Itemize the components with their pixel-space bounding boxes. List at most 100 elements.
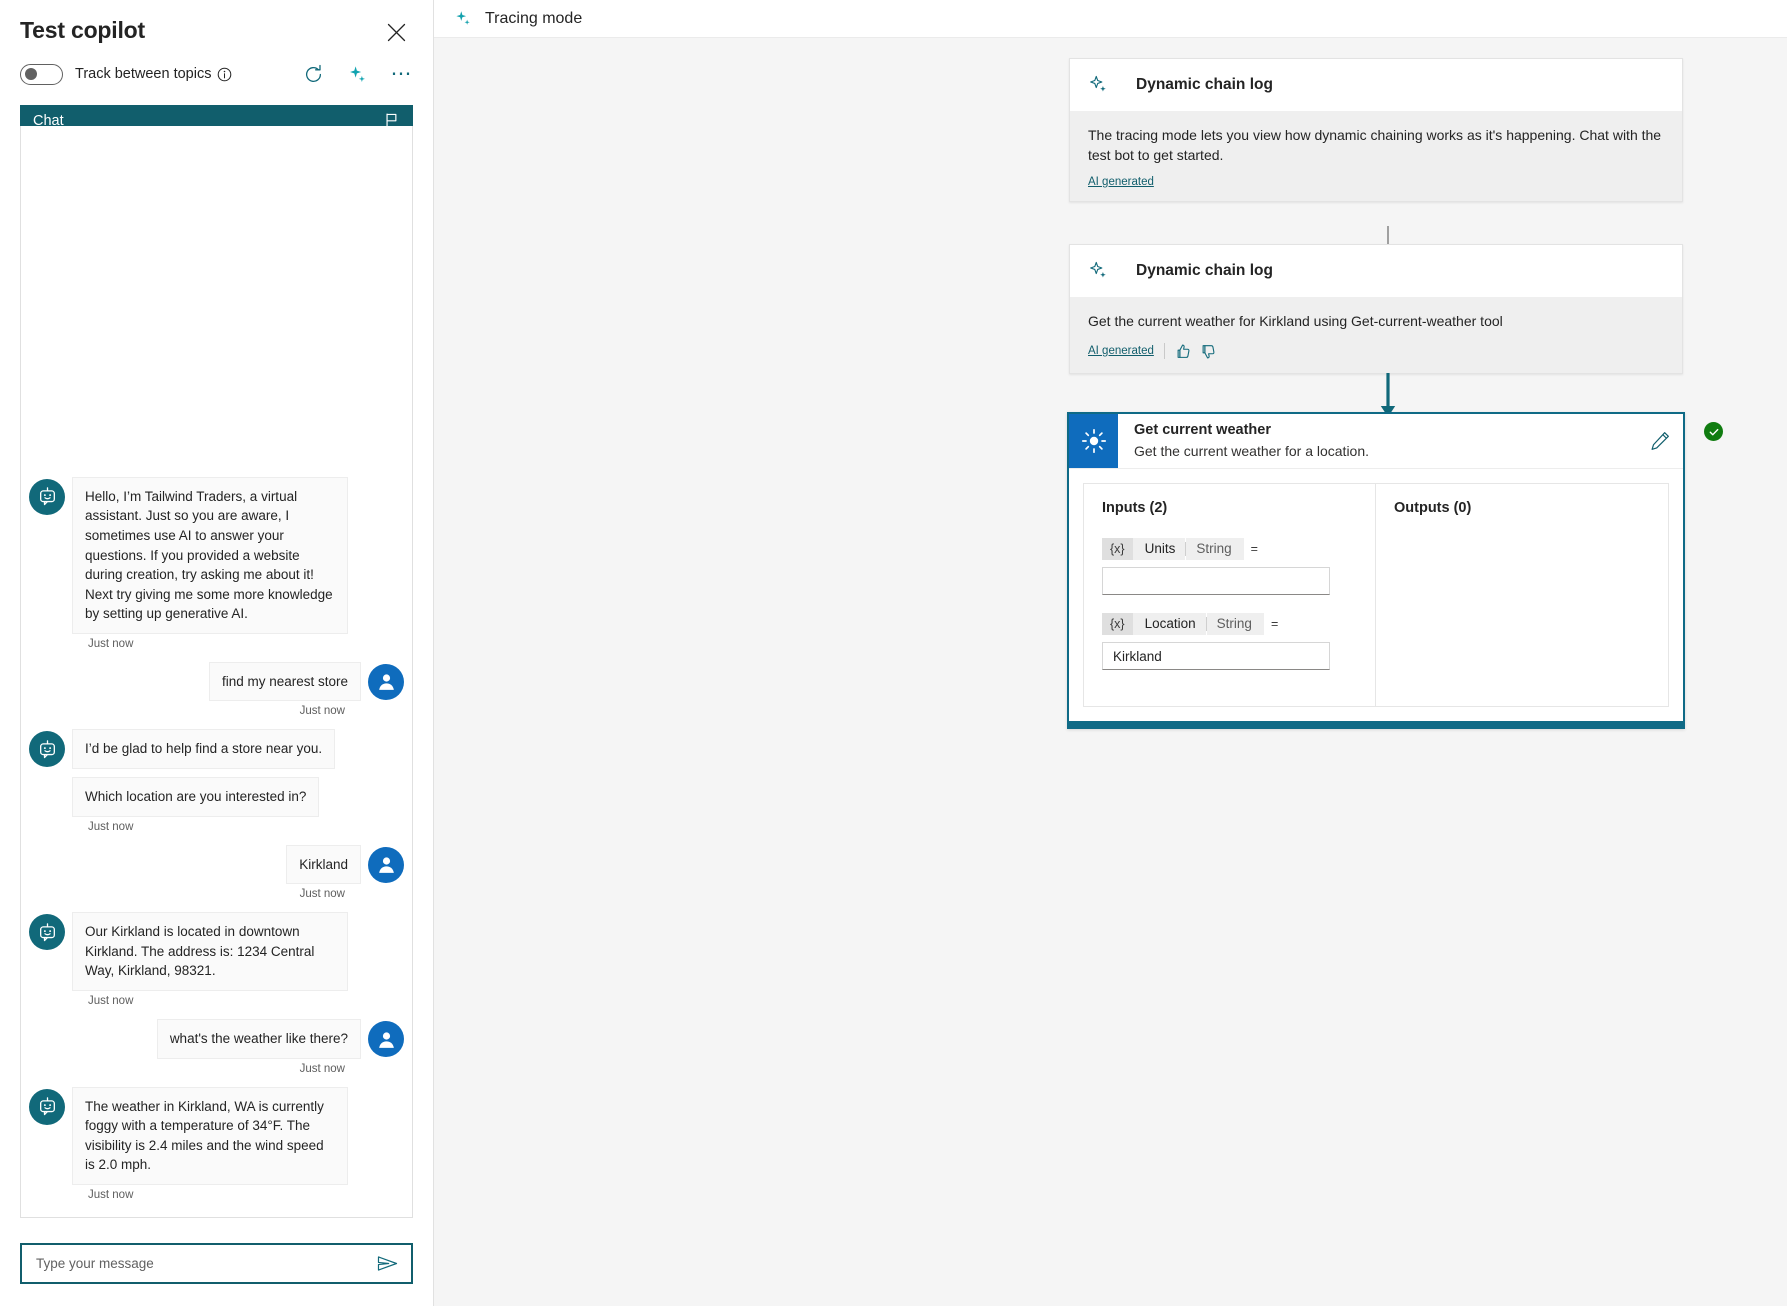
inputs-outputs-box: Inputs (2) {x} Units String = {x} Locati… xyxy=(1083,483,1669,707)
param-type: String xyxy=(1186,538,1244,560)
card-header: Dynamic chain log xyxy=(1070,59,1682,111)
card-footer: AI generated xyxy=(1088,176,1664,188)
sparkle-icon xyxy=(1088,260,1110,282)
user-avatar xyxy=(368,1021,404,1058)
bubble-group: I’d be glad to help find a store near yo… xyxy=(72,729,336,817)
message-timestamp: Just now xyxy=(299,1062,345,1075)
copilot-toolbar: Track between topics ⋯ xyxy=(0,57,433,91)
bubble-group: The weather in Kirkland, WA is currently… xyxy=(72,1086,348,1185)
dynamic-chain-log-card-2[interactable]: Dynamic chain log Get the current weathe… xyxy=(1069,244,1683,374)
message-row-user: find my nearest store xyxy=(21,661,412,702)
sparkle-icon[interactable] xyxy=(347,63,369,85)
ai-generated-link[interactable]: AI generated xyxy=(1088,345,1154,357)
input-param-units: {x} Units String = xyxy=(1102,538,1357,595)
close-icon[interactable] xyxy=(381,17,411,47)
chat-message: Hello, I’m Tailwind Traders, a virtual a… xyxy=(21,476,412,650)
footer-divider xyxy=(1163,343,1165,359)
trace-canvas[interactable]: Dynamic chain log The tracing mode lets … xyxy=(434,38,1787,1306)
param-type: String xyxy=(1206,613,1264,635)
message-input[interactable] xyxy=(34,1255,375,1272)
bot-avatar xyxy=(29,731,65,768)
units-input[interactable] xyxy=(1102,567,1330,595)
copilot-toolbar-actions: ⋯ xyxy=(303,63,414,85)
message-row-user: Kirkland xyxy=(21,844,412,885)
equals-sign: = xyxy=(1270,617,1279,631)
bubble-group: Hello, I’m Tailwind Traders, a virtual a… xyxy=(72,476,348,634)
input-param-location: {x} Location String = xyxy=(1102,613,1357,670)
variable-icon: {x} xyxy=(1102,538,1133,560)
inputs-heading: Inputs (2) xyxy=(1102,500,1168,516)
message-row-bot: The weather in Kirkland, WA is currently… xyxy=(21,1086,412,1185)
more-options-icon[interactable]: ⋯ xyxy=(391,63,414,85)
chat-message: Kirkland Just now xyxy=(21,844,412,900)
chat-bubble: Kirkland xyxy=(286,844,361,885)
sparkle-icon xyxy=(1088,74,1110,96)
param-name: Units xyxy=(1132,538,1186,560)
message-composer[interactable] xyxy=(20,1243,413,1284)
chat-message: Our Kirkland is located in downtown Kirk… xyxy=(21,912,412,1007)
page-title: Test copilot xyxy=(20,17,145,43)
chat-bubble: I’d be glad to help find a store near yo… xyxy=(72,729,336,770)
thumbs-down-icon[interactable] xyxy=(1200,342,1218,360)
chat-bubble: find my nearest store xyxy=(208,661,361,702)
param-chip-group: {x} Units String = xyxy=(1102,538,1357,560)
chat-message: find my nearest store Just now xyxy=(21,661,412,718)
message-row-bot: Hello, I’m Tailwind Traders, a virtual a… xyxy=(21,476,412,634)
message-row-bot: I’d be glad to help find a store near yo… xyxy=(21,729,412,817)
get-current-weather-node[interactable]: Get current weather Get the current weat… xyxy=(1067,412,1685,729)
chat-bubble: The weather in Kirkland, WA is currently… xyxy=(72,1086,348,1185)
track-between-topics-toggle[interactable] xyxy=(20,63,63,85)
node-title: Get current weather xyxy=(1134,422,1271,438)
card-header: Dynamic chain log xyxy=(1070,245,1682,297)
bubble-group: Our Kirkland is located in downtown Kirk… xyxy=(72,912,348,992)
card-title: Dynamic chain log xyxy=(1136,262,1273,279)
bubble-group: Kirkland xyxy=(286,844,361,885)
chat-message-list[interactable]: Hello, I’m Tailwind Traders, a virtual a… xyxy=(20,126,413,1218)
node-header: Get current weather Get the current weat… xyxy=(1069,414,1683,469)
bot-avatar xyxy=(29,478,65,515)
weather-sun-icon xyxy=(1069,414,1118,468)
test-copilot-header: Test copilot xyxy=(0,0,433,44)
param-name: Location xyxy=(1132,613,1206,635)
outputs-heading: Outputs (0) xyxy=(1394,500,1472,516)
chat-bubble: Our Kirkland is located in downtown Kirk… xyxy=(72,912,348,992)
card-body: Get the current weather for Kirkland usi… xyxy=(1070,297,1682,373)
track-between-topics-label: Track between topics xyxy=(75,66,212,82)
card-footer: AI generated xyxy=(1088,342,1664,360)
edit-pencil-icon[interactable] xyxy=(1637,414,1683,468)
variable-icon: {x} xyxy=(1102,613,1133,635)
message-timestamp: Just now xyxy=(88,637,134,650)
message-timestamp: Just now xyxy=(88,820,134,833)
thumbs-up-icon[interactable] xyxy=(1175,342,1193,360)
message-timestamp: Just now xyxy=(299,705,345,718)
refresh-icon[interactable] xyxy=(303,63,325,85)
message-timestamp: Just now xyxy=(88,995,134,1008)
ai-generated-link[interactable]: AI generated xyxy=(1088,176,1154,188)
chat-message: The weather in Kirkland, WA is currently… xyxy=(21,1086,412,1201)
chat-message: what's the weather like there? Just now xyxy=(21,1019,412,1075)
send-icon[interactable] xyxy=(375,1252,399,1276)
tracing-mode-header: Tracing mode xyxy=(434,0,1787,38)
inputs-column: Inputs (2) {x} Units String = {x} Locati… xyxy=(1084,484,1376,706)
card-text: Get the current weather for Kirkland usi… xyxy=(1088,313,1503,329)
chat-bubble: Which location are you interested in? xyxy=(72,777,320,817)
app-root: Test copilot Track between topics ⋯ Chat… xyxy=(0,0,1787,1306)
sparkle-icon xyxy=(454,9,473,28)
chat-bubble: what's the weather like there? xyxy=(156,1019,361,1059)
bubble-group: find my nearest store xyxy=(208,661,361,702)
chat-bubble: Hello, I’m Tailwind Traders, a virtual a… xyxy=(72,476,348,634)
card-body: The tracing mode lets you view how dynam… xyxy=(1070,111,1682,201)
user-avatar xyxy=(368,846,404,883)
tracing-mode-panel: Tracing mode Dynamic chain log The traci… xyxy=(434,0,1787,1306)
card-title: Dynamic chain log xyxy=(1136,76,1273,93)
dynamic-chain-log-card-1[interactable]: Dynamic chain log The tracing mode lets … xyxy=(1069,58,1683,202)
node-body: Inputs (2) {x} Units String = {x} Locati… xyxy=(1069,469,1683,721)
location-input[interactable] xyxy=(1102,642,1330,670)
info-icon[interactable] xyxy=(217,67,232,82)
chat-message: I’d be glad to help find a store near yo… xyxy=(21,729,412,833)
tracing-mode-title: Tracing mode xyxy=(485,9,583,27)
toggle-knob xyxy=(25,68,37,80)
message-row-user: what's the weather like there? xyxy=(21,1019,412,1059)
bot-avatar xyxy=(29,914,65,951)
card-text: The tracing mode lets you view how dynam… xyxy=(1088,127,1662,163)
